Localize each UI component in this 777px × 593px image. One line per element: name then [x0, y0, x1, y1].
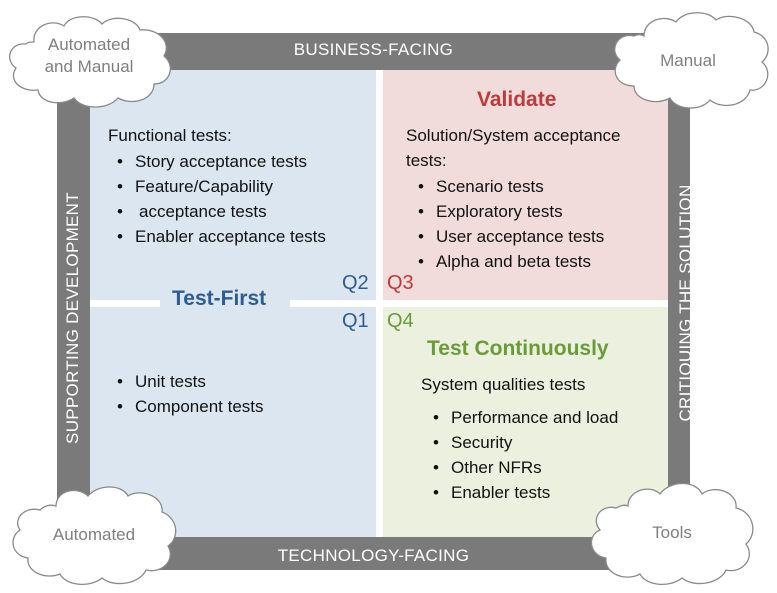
cloud-automated: Automated [6, 482, 182, 588]
cloud-automated-and-manual: Automated and Manual [4, 12, 174, 110]
quadrant-label-q2: Q2 [342, 272, 369, 294]
left-title-test-first: Test-First [172, 287, 267, 310]
list-item: Story acceptance tests [113, 149, 326, 174]
cloud-tools: Tools [584, 478, 760, 588]
list-item: Feature/Capability [113, 174, 326, 199]
quadrant-label-q1: Q1 [342, 310, 369, 332]
q3-title: Validate [477, 88, 557, 111]
q3-heading-line1: Solution/System acceptance [406, 126, 621, 145]
cloud-text: Manual [660, 51, 716, 70]
list-item: Alpha and beta tests [414, 249, 604, 274]
cloud-text-line1: Automated [47, 35, 131, 54]
band-label-supporting-development: SUPPORTING DEVELOPMENT [63, 192, 82, 444]
list-item: Performance and load [429, 405, 618, 430]
cloud-text: Automated [52, 525, 136, 544]
q3-list: Scenario tests Exploratory tests User ac… [414, 174, 604, 274]
vertical-divider [376, 70, 383, 537]
band-label-critiquing-the-solution: CRITIQUING THE SOLUTION [676, 184, 695, 422]
list-item: Other NFRs [429, 455, 618, 480]
q4-heading: System qualities tests [421, 375, 586, 394]
cloud-text: Tools [652, 523, 692, 542]
list-item: Scenario tests [414, 174, 604, 199]
quadrant-label-q3: Q3 [387, 272, 414, 294]
q3-heading-line2: tests: [406, 151, 447, 170]
list-item: Component tests [113, 394, 264, 419]
list-item: Exploratory tests [414, 199, 604, 224]
cloud-text-line2: and Manual [44, 57, 134, 76]
q2-heading: Functional tests: [108, 126, 232, 145]
quadrant-label-q4: Q4 [387, 310, 414, 332]
q2-list: Story acceptance tests Feature/Capabilit… [113, 149, 326, 249]
list-item-continuation: acceptance tests [113, 199, 326, 224]
list-item: Unit tests [113, 369, 264, 394]
q1-list: Unit tests Component tests [113, 369, 264, 419]
list-item: Security [429, 430, 618, 455]
list-item: Enabler acceptance tests [113, 224, 326, 249]
list-item: User acceptance tests [414, 224, 604, 249]
cloud-manual: Manual [604, 10, 772, 112]
q4-title: Test Continuously [427, 337, 609, 360]
